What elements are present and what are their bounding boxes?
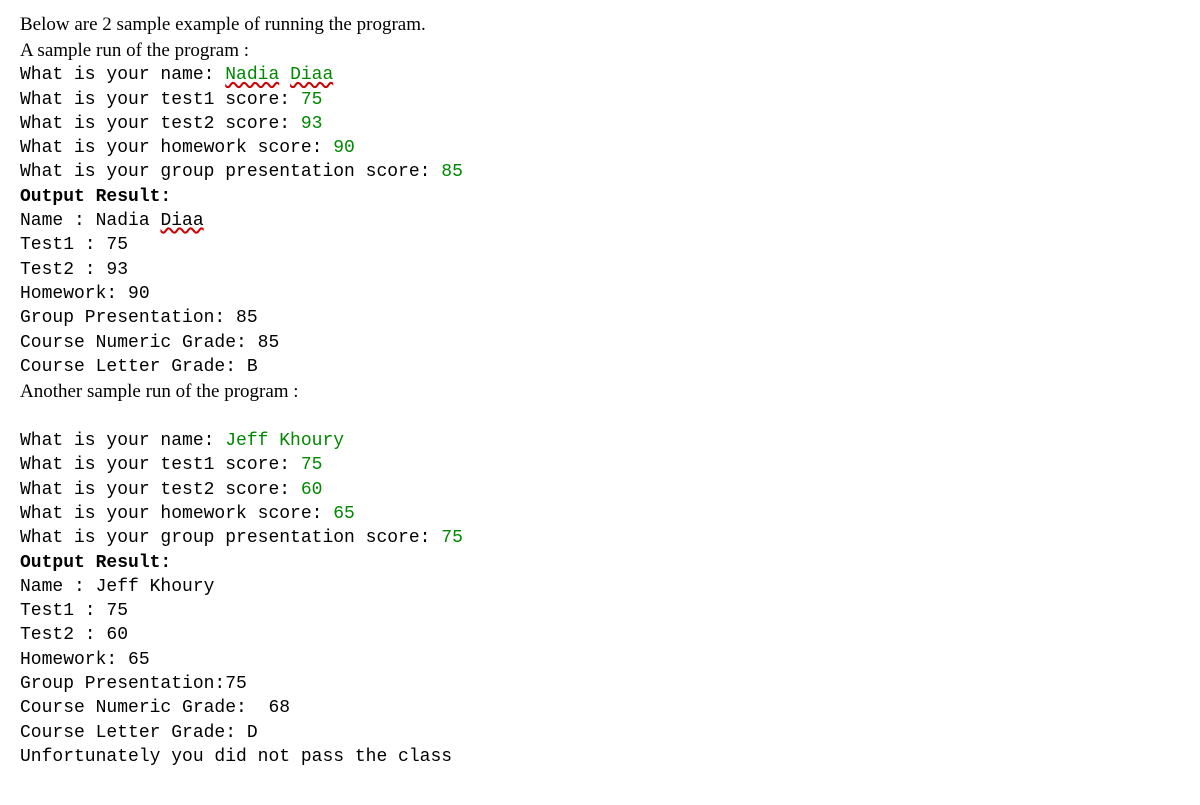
- sample1-out-gp: Group Presentation: 85: [20, 306, 1180, 330]
- sample2-out-numeric: Course Numeric Grade: 68: [20, 696, 1180, 720]
- prompt-gp-value: 85: [430, 162, 462, 182]
- prompt2-test2-value: 60: [290, 480, 322, 500]
- prompt-hw-label: What is your homework score:: [20, 138, 322, 158]
- prompt2-test2-label: What is your test2 score:: [20, 480, 290, 500]
- sample2-out-letter: Course Letter Grade: D: [20, 721, 1180, 745]
- sample1-heading: A sample run of the program :: [20, 38, 1180, 64]
- sample1-out-numeric: Course Numeric Grade: 85: [20, 331, 1180, 355]
- prompt-name-first: Nadia: [225, 65, 279, 85]
- prompt2-test1-label: What is your test1 score:: [20, 455, 290, 475]
- sample1-prompt-name: What is your name: Nadia Diaa: [20, 63, 1180, 87]
- prompt2-name-label: What is your name:: [20, 431, 214, 451]
- prompt-name-space: [279, 65, 290, 85]
- prompt-test2-value: 93: [290, 114, 322, 134]
- sample1-out-name: Name : Nadia Diaa: [20, 209, 1180, 233]
- sample1-out-letter: Course Letter Grade: B: [20, 355, 1180, 379]
- sample2-prompt-test2: What is your test2 score: 60: [20, 478, 1180, 502]
- prompt-test1-label: What is your test1 score:: [20, 90, 290, 110]
- sample2-output-heading: Output Result:: [20, 551, 1180, 575]
- sample1-prompt-test1: What is your test1 score: 75: [20, 88, 1180, 112]
- prompt2-test1-value: 75: [290, 455, 322, 475]
- sample2-prompt-gp: What is your group presentation score: 7…: [20, 526, 1180, 550]
- sample2-out-test2: Test2 : 60: [20, 623, 1180, 647]
- prompt2-name-value: Jeff Khoury: [214, 431, 344, 451]
- sample2-out-gp: Group Presentation:75: [20, 672, 1180, 696]
- out-name-label: Name : Nadia: [20, 211, 160, 231]
- sample1-prompt-hw: What is your homework score: 90: [20, 136, 1180, 160]
- sample1-out-test2: Test2 : 93: [20, 258, 1180, 282]
- sample1-prompt-test2: What is your test2 score: 93: [20, 112, 1180, 136]
- prompt-name-label: What is your name:: [20, 65, 225, 85]
- prompt-test2-label: What is your test2 score:: [20, 114, 290, 134]
- sample2-prompt-hw: What is your homework score: 65: [20, 502, 1180, 526]
- sample2-out-fail: Unfortunately you did not pass the class: [20, 745, 1180, 769]
- sample1-output-heading: Output Result:: [20, 185, 1180, 209]
- sample2-out-hw: Homework: 65: [20, 648, 1180, 672]
- prompt2-gp-value: 75: [430, 528, 462, 548]
- sample2-prompt-test1: What is your test1 score: 75: [20, 453, 1180, 477]
- sample2-heading: Another sample run of the program :: [20, 379, 1180, 405]
- intro-text: Below are 2 sample example of running th…: [20, 12, 1180, 38]
- sample1-prompt-gp: What is your group presentation score: 8…: [20, 160, 1180, 184]
- prompt-test1-value: 75: [290, 90, 322, 110]
- prompt2-gp-label: What is your group presentation score:: [20, 528, 430, 548]
- prompt2-hw-label: What is your homework score:: [20, 504, 322, 524]
- blank-line: [20, 405, 1180, 429]
- prompt-gp-label: What is your group presentation score:: [20, 162, 430, 182]
- sample1-out-test1: Test1 : 75: [20, 233, 1180, 257]
- sample1-out-hw: Homework: 90: [20, 282, 1180, 306]
- sample2-prompt-name: What is your name: Jeff Khoury: [20, 429, 1180, 453]
- prompt-hw-value: 90: [322, 138, 354, 158]
- prompt-name-last: Diaa: [290, 65, 333, 85]
- sample2-out-test1: Test1 : 75: [20, 599, 1180, 623]
- out-name-last: Diaa: [160, 211, 203, 231]
- sample2-out-name: Name : Jeff Khoury: [20, 575, 1180, 599]
- prompt2-hw-value: 65: [322, 504, 354, 524]
